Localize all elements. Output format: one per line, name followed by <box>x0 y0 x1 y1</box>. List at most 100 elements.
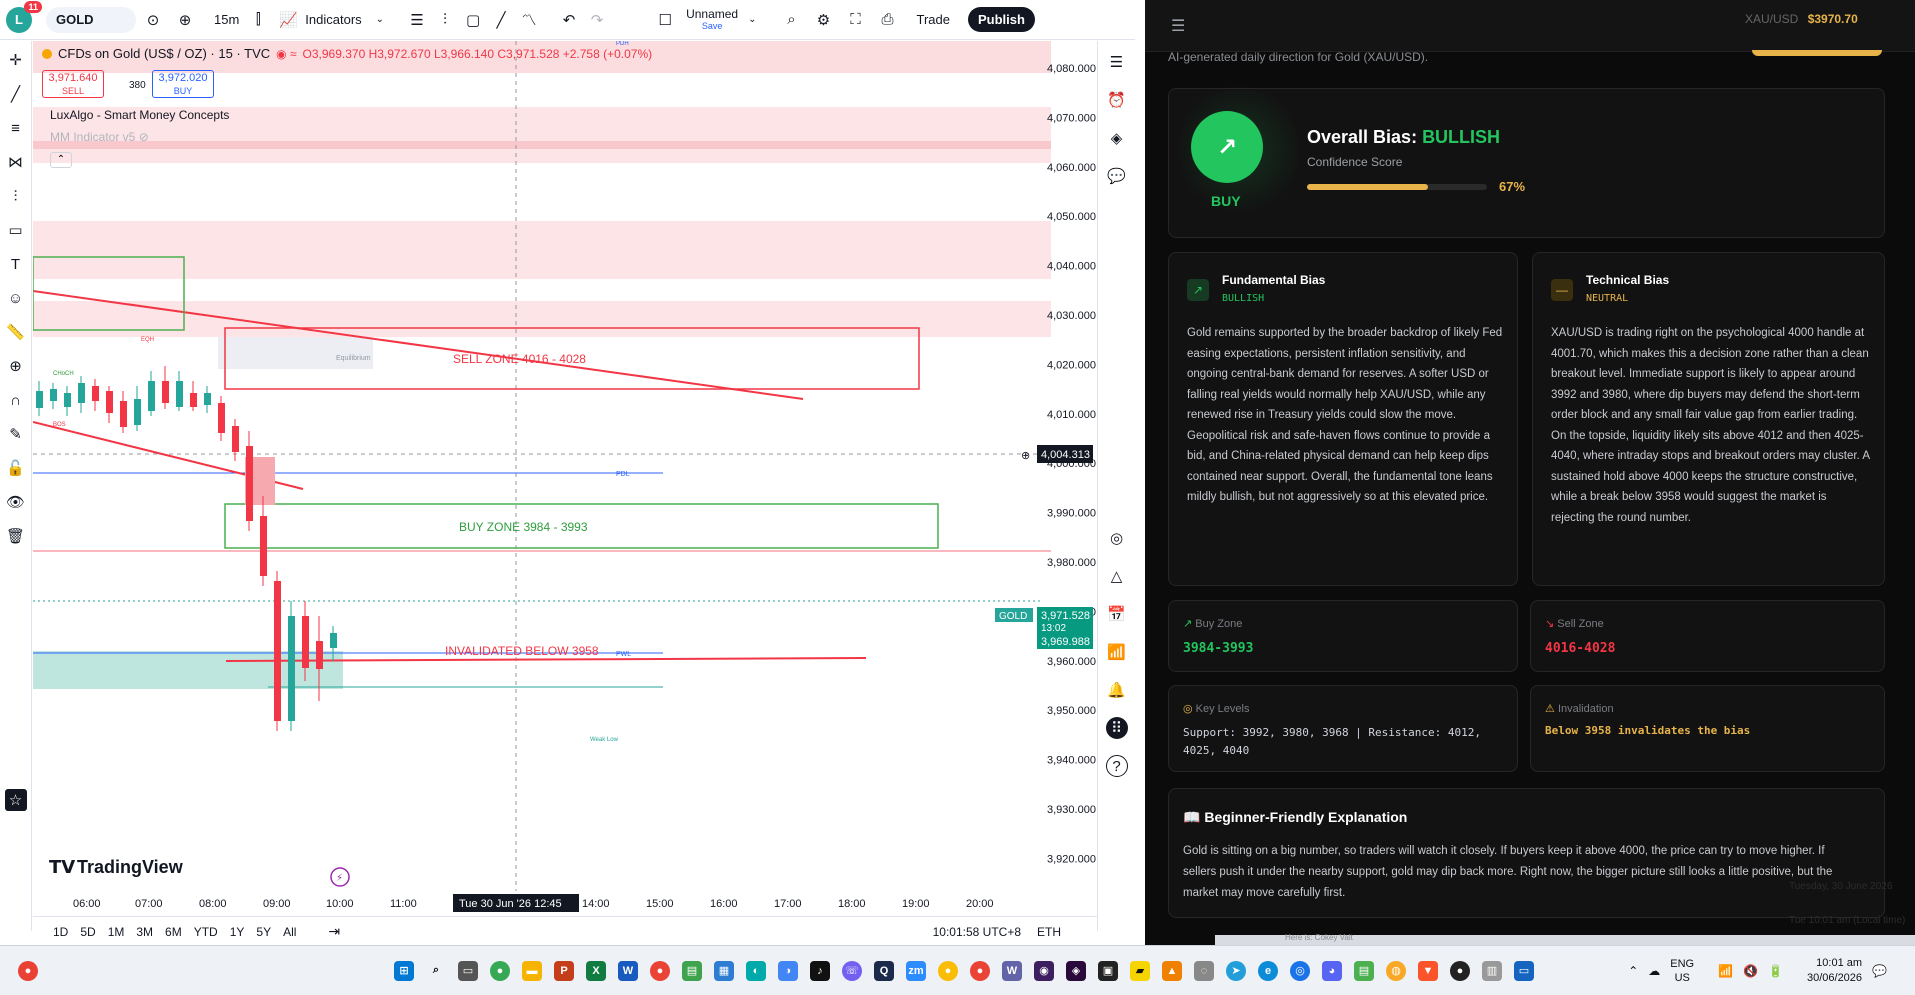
chrome-active-icon[interactable]: ● <box>970 960 990 981</box>
avatar[interactable]: L 11 <box>6 0 42 33</box>
app-icon-o[interactable]: ▥ <box>1482 960 1502 981</box>
zoom-icon[interactable]: ⊕ <box>5 355 27 377</box>
task-view-icon[interactable]: ▭ <box>458 960 478 981</box>
chrome-icon-3[interactable]: ● <box>938 960 958 981</box>
alarm-icon[interactable]: ⏰ <box>1106 89 1128 111</box>
start-icon[interactable]: ⊞ <box>394 960 414 981</box>
buy-price-box[interactable]: 3,972.020 BUY <box>152 70 214 98</box>
battery-icon[interactable]: 🔋 <box>1768 964 1783 978</box>
app-icon-h[interactable]: ◈ <box>1066 960 1086 981</box>
pattern-icon[interactable]: ⋈ <box>5 151 27 173</box>
zoom-app-icon[interactable]: zm <box>906 960 926 981</box>
lock-drawing-icon[interactable]: ✎ <box>5 423 27 445</box>
date-range-icon[interactable]: ⇥ <box>328 923 340 940</box>
legend-title[interactable]: CFDs on Gold (US$ / OZ) · 15 · TVC <box>58 46 270 61</box>
word-icon[interactable]: W <box>618 960 638 981</box>
discord-icon[interactable]: ◕ <box>1322 960 1342 981</box>
wave-icon[interactable]: 〽 <box>518 9 540 31</box>
interval-button[interactable]: 15m <box>206 0 247 40</box>
menu-icon[interactable]: ☰ <box>1171 16 1185 36</box>
range-button[interactable]: 6M <box>159 925 188 939</box>
publish-button[interactable]: Publish <box>967 7 1035 32</box>
search-icon[interactable]: ⌕ <box>426 961 446 981</box>
gauge-icon[interactable]: ◎ <box>1106 527 1128 549</box>
range-button[interactable]: 5D <box>74 925 101 939</box>
line-tool-icon[interactable]: ╱ <box>490 9 512 31</box>
app-icon-a[interactable]: ▤ <box>682 960 702 981</box>
symbol-search[interactable]: GOLD <box>46 6 136 33</box>
notification-icon[interactable]: 💬 <box>1872 964 1887 978</box>
chat-icon[interactable]: 💬 <box>1106 165 1128 187</box>
brave-icon[interactable]: ▼ <box>1418 960 1438 981</box>
add-symbol-icon[interactable]: ⊕ <box>174 9 196 31</box>
collapse-legend-icon[interactable]: ⌃ <box>50 152 72 168</box>
powerpoint-icon[interactable]: P <box>554 960 574 981</box>
chevron-up-icon[interactable]: ⌃ <box>1628 964 1638 978</box>
shapes-icon[interactable]: ▭ <box>5 219 27 241</box>
text-icon[interactable]: T <box>5 253 27 275</box>
bell-icon[interactable]: 🔔 <box>1106 679 1128 701</box>
app-icon-f[interactable]: W <box>1002 960 1022 981</box>
app-icon-e[interactable]: Q <box>874 960 894 981</box>
search-icon[interactable]: ⌕ <box>780 9 802 31</box>
eye-icon[interactable]: 👁 <box>5 491 27 513</box>
calendar-icon[interactable]: 📅 <box>1106 603 1128 625</box>
excel-icon[interactable]: X <box>586 960 606 981</box>
app-icon-b[interactable]: ▦ <box>714 960 734 981</box>
sell-price-box[interactable]: 3,971.640 SELL <box>42 70 104 98</box>
app-icon-g[interactable]: ◉ <box>1034 960 1054 981</box>
record-icon[interactable]: ● <box>1450 960 1470 981</box>
gear-icon[interactable]: ⚙ <box>812 9 834 31</box>
candle-type-icon[interactable]: ⫿ <box>247 9 269 31</box>
chrome-icon[interactable]: ● <box>490 960 510 981</box>
chrome-icon-2[interactable]: ● <box>650 960 670 981</box>
clock-tray[interactable]: 10:01 am 30/06/2026 <box>1807 956 1862 986</box>
apps-icon[interactable]: ⠿ <box>1105 717 1128 739</box>
range-button[interactable]: 1M <box>102 925 131 939</box>
trade-button[interactable]: Trade <box>916 12 949 27</box>
chrome-profile-icon[interactable]: ● <box>18 960 38 981</box>
bar-replay-icon[interactable]: ⫶ <box>434 9 456 31</box>
range-button[interactable]: YTD <box>188 925 224 939</box>
compare-icon[interactable]: ⊙ <box>142 9 164 31</box>
ruler-icon[interactable]: 📏 <box>5 321 27 343</box>
layers-icon[interactable]: ◈ <box>1106 127 1128 149</box>
clock[interactable]: 10:01:58 UTC+8 <box>933 925 1021 939</box>
alert-icon[interactable]: ▢ <box>462 9 484 31</box>
range-button[interactable]: 5Y <box>250 925 277 939</box>
edge-icon[interactable]: e <box>1258 960 1278 981</box>
explorer-icon[interactable]: ▬ <box>522 960 542 981</box>
crosshair-icon[interactable]: ✛ <box>5 49 27 71</box>
signal-icon[interactable]: 📶 <box>1106 641 1128 663</box>
watchlist-icon[interactable]: ☰ <box>1106 51 1128 73</box>
help-icon[interactable]: ? <box>1105 755 1128 777</box>
trendline-icon[interactable]: ╱ <box>5 83 27 105</box>
fullscreen-icon[interactable]: ⛶ <box>844 9 866 31</box>
app-icon-m[interactable]: ▤ <box>1354 960 1374 981</box>
indicators-button[interactable]: 📈 Indicators ⌄ <box>269 0 392 40</box>
triangle-icon[interactable]: △ <box>1106 565 1128 587</box>
undo-icon[interactable]: ↶ <box>558 9 580 31</box>
volume-icon[interactable]: 🔇 <box>1743 964 1758 978</box>
range-button[interactable]: 1Y <box>224 925 251 939</box>
app-icon-j[interactable]: ▰ <box>1130 960 1150 981</box>
indicator-smc-label[interactable]: LuxAlgo - Smart Money Concepts <box>50 108 229 122</box>
app-icon-k[interactable]: ◌ <box>1194 960 1214 981</box>
app-icon-p[interactable]: ▭ <box>1514 960 1534 981</box>
wifi-icon[interactable]: 📶 <box>1718 964 1733 978</box>
redo-icon[interactable]: ↷ <box>586 9 608 31</box>
tiktok-icon[interactable]: ♪ <box>810 960 830 981</box>
lock-icon[interactable]: 🔓 <box>5 457 27 479</box>
vlc-icon[interactable]: ▲ <box>1162 960 1182 981</box>
emoji-icon[interactable]: ☺ <box>5 287 27 309</box>
viber-icon[interactable]: ☏ <box>842 960 862 981</box>
app-icon-d[interactable]: ◑ <box>778 960 798 981</box>
session-label[interactable]: ETH <box>1037 925 1061 939</box>
telegram-icon[interactable]: ➤ <box>1226 960 1246 981</box>
bias-arrow-button[interactable]: ↗ <box>1191 111 1263 183</box>
star-icon[interactable]: ☆ <box>4 789 27 811</box>
forecast-icon[interactable]: ⫶ <box>5 185 27 207</box>
app-icon-c[interactable]: ◐ <box>746 960 766 981</box>
app-icon-i[interactable]: ▣ <box>1098 960 1118 981</box>
indicator-mm-row[interactable]: MM Indicator v5 ⊘ <box>50 130 149 144</box>
